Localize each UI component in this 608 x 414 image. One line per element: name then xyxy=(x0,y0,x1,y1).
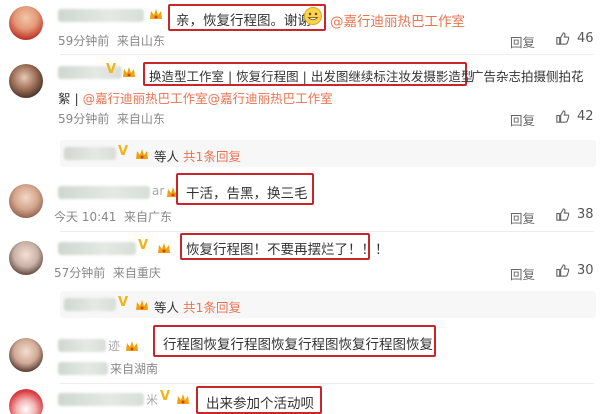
username-tail: 米 xyxy=(146,393,159,407)
crown-icon xyxy=(136,300,148,310)
comment-text: 行程图恢复行程图恢复行程图恢复行程图恢复 xyxy=(163,337,433,353)
comment-text-line2: 絮 | @嘉行迪丽热巴工作室@嘉行迪丽热巴工作室 xyxy=(58,91,333,106)
comment-meta-blurred xyxy=(58,362,108,375)
reply-button[interactable]: 回复 xyxy=(510,264,535,283)
avatar[interactable] xyxy=(9,6,43,40)
emoji-grin-icon xyxy=(304,7,322,25)
mention-link[interactable]: @嘉行迪丽热巴工作室@嘉行迪丽热巴工作室 xyxy=(83,91,333,106)
like-count: 46 xyxy=(577,31,594,46)
vip-badge-icon: V xyxy=(118,295,129,310)
crown-icon xyxy=(126,341,138,351)
comment-text: 亲，恢复行程图。谢谢 xyxy=(176,13,311,29)
avatar[interactable] xyxy=(9,241,43,275)
vip-badge-icon: V xyxy=(160,389,171,404)
subreply-username[interactable] xyxy=(64,147,116,160)
subreply-username[interactable] xyxy=(64,298,116,311)
like-count: 30 xyxy=(577,263,594,278)
reply-button[interactable]: 回复 xyxy=(510,32,535,51)
comment-meta: 今天 10:41 来自广东 xyxy=(54,210,173,224)
comment-meta: 57分钟前 来自重庆 xyxy=(54,266,161,280)
username[interactable] xyxy=(58,186,150,199)
username[interactable] xyxy=(58,393,144,406)
more-replies-link[interactable]: 共1条回复 xyxy=(183,300,241,315)
comment-text: 恢复行程图！不要再摆烂了！！！ xyxy=(186,242,389,258)
reply-button[interactable]: 回复 xyxy=(510,110,535,129)
comment-text-tail: 广告杂志拍摄侧拍花 xyxy=(471,69,584,84)
avatar[interactable] xyxy=(9,338,43,372)
vip-badge-icon: V xyxy=(138,238,149,253)
avatar[interactable] xyxy=(9,184,43,218)
reply-button[interactable]: 回复 xyxy=(510,208,535,227)
like-icon[interactable] xyxy=(555,109,570,124)
like-icon[interactable] xyxy=(555,207,570,222)
username[interactable] xyxy=(58,339,106,352)
like-count: 42 xyxy=(577,109,594,124)
crown-icon xyxy=(136,149,148,159)
vip-badge-icon: V xyxy=(106,62,117,77)
crown-icon xyxy=(123,67,135,77)
subreply-summary: 等人 共1条回复 xyxy=(154,149,241,164)
username[interactable] xyxy=(58,242,136,255)
more-replies-link[interactable]: 共1条回复 xyxy=(183,149,241,164)
comment-meta: 来自湖南 xyxy=(110,362,159,376)
subreply-summary: 等人 共1条回复 xyxy=(154,300,241,315)
mention-link[interactable]: @嘉行迪丽热巴工作室 xyxy=(330,10,465,30)
comment-meta: 59分钟前 来自山东 xyxy=(58,34,165,48)
divider xyxy=(60,54,594,55)
comment-text: 干活，告黑，换三毛 xyxy=(186,186,308,202)
comment-text: 出来参加个活动呗 xyxy=(206,396,314,412)
comment-text: 换造型工作室 | 恢复行程图 | 出发图继续标注妆发摄影造型 xyxy=(149,69,474,84)
divider xyxy=(60,231,594,232)
divider xyxy=(60,383,594,384)
avatar[interactable] xyxy=(9,389,43,414)
crown-icon xyxy=(150,9,162,19)
username[interactable] xyxy=(58,9,144,22)
crown-icon xyxy=(158,243,170,253)
like-icon[interactable] xyxy=(555,263,570,278)
username-tail: 迹 xyxy=(108,339,121,353)
comment-meta: 59分钟前 来自山东 xyxy=(58,112,165,126)
vip-badge-icon: V xyxy=(118,144,129,159)
like-count: 38 xyxy=(577,207,594,222)
avatar[interactable] xyxy=(9,64,43,98)
crown-icon xyxy=(177,394,189,404)
username-tail: ar xyxy=(152,184,165,198)
like-icon[interactable] xyxy=(555,31,570,46)
